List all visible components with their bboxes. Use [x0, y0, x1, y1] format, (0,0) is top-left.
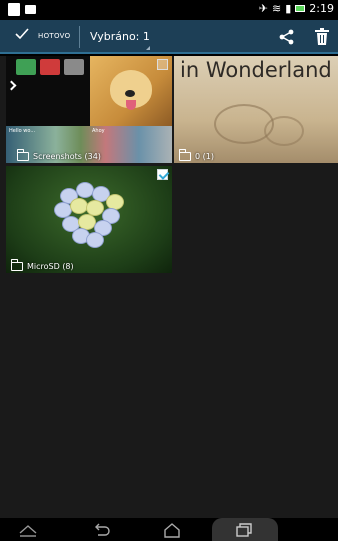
chevron-right-icon [6, 80, 17, 91]
folder-icon [10, 259, 23, 271]
selected-checkbox[interactable] [157, 169, 168, 180]
dropdown-caret-icon [146, 46, 150, 50]
wifi-icon: ≋ [272, 2, 282, 15]
signal-icon: ▮ [285, 2, 292, 15]
collapse-button[interactable] [14, 518, 42, 541]
folder-icon [178, 149, 191, 161]
album-tile-microsd[interactable]: MicroSD (8) [6, 166, 172, 273]
album-grid: Hello wo... Ahoy Screenshots (34) in Won… [0, 56, 338, 518]
album-name: 0 (1) [195, 152, 214, 161]
album-tile-0[interactable]: in Wonderland 0 (1) [174, 56, 338, 163]
hydrangea-photo [50, 180, 130, 250]
album-label: Screenshots (34) [16, 149, 101, 161]
selection-action-bar: HOTOVO Vybráno: 1 [0, 20, 338, 54]
album-tile-screenshots[interactable]: Hello wo... Ahoy Screenshots (34) [6, 56, 172, 163]
check-icon [15, 28, 29, 40]
recents-icon [236, 522, 252, 537]
status-indicators: ✈︎ ≋ ▮ 2:19 [259, 2, 334, 15]
document-notification-icon [8, 3, 20, 16]
mute-icon: ✈︎ [258, 2, 269, 15]
thumbnail-caption: Ahoy [92, 128, 105, 134]
thumbnail-caption: Hello wo... [9, 128, 36, 134]
mini-thumb [16, 59, 36, 75]
action-bar-divider [79, 26, 80, 48]
album-label: MicroSD (8) [10, 259, 74, 271]
status-time: 2:19 [309, 2, 334, 15]
selection-checkbox[interactable] [157, 59, 168, 70]
image-notification-icon [25, 5, 36, 14]
home-icon [164, 522, 180, 538]
back-button[interactable] [88, 518, 116, 541]
back-icon [95, 523, 110, 536]
folder-icon [16, 149, 29, 161]
battery-icon [295, 5, 306, 12]
trash-icon[interactable] [314, 28, 330, 46]
image-decoration [264, 116, 304, 146]
album-name: Screenshots (34) [33, 152, 101, 161]
screenshot-thumbnail [6, 56, 90, 126]
status-notifications [8, 3, 36, 16]
dog-photo-thumbnail [90, 56, 172, 126]
album-label: 0 (1) [178, 149, 214, 161]
selection-count-dropdown[interactable]: Vybráno: 1 [90, 30, 150, 43]
share-icon[interactable] [278, 28, 296, 46]
home-button[interactable] [158, 518, 186, 541]
mini-thumb [40, 59, 60, 75]
mini-thumb [64, 59, 84, 75]
album-name: MicroSD (8) [27, 262, 74, 271]
navigation-bar [0, 518, 338, 541]
done-button[interactable]: HOTOVO [0, 20, 76, 54]
recents-button[interactable] [230, 518, 258, 541]
collapse-icon [19, 524, 37, 537]
wonderland-image-text: in Wonderland [180, 58, 332, 82]
done-label: HOTOVO [38, 32, 71, 40]
status-bar: ✈︎ ≋ ▮ 2:19 [0, 0, 338, 20]
